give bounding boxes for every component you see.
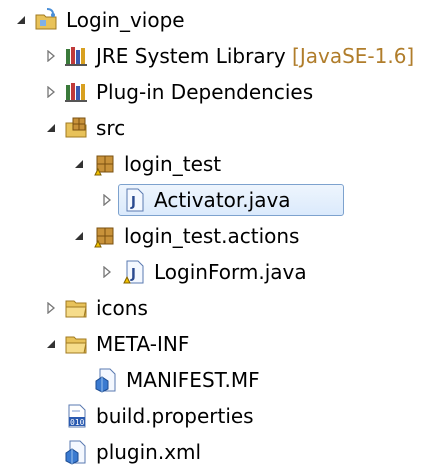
tree-item-label: LoginForm.java	[154, 260, 307, 284]
tree-item-label: Activator.java	[154, 188, 291, 212]
svg-text:J: J	[130, 267, 136, 282]
tree-item-label: login_test	[124, 152, 222, 176]
expanded-arrow-icon[interactable]	[44, 121, 58, 135]
svg-text:010: 010	[70, 418, 85, 427]
tree-item-label: src	[96, 116, 126, 140]
properties-file-icon: 010	[64, 403, 90, 429]
java-file-icon: J	[122, 259, 148, 285]
package-icon	[92, 223, 118, 249]
expanded-arrow-icon[interactable]	[44, 337, 58, 351]
tree-item-label: build.properties	[96, 404, 254, 428]
folder-icon	[64, 331, 90, 357]
package-icon	[92, 151, 118, 177]
svg-text:J: J	[130, 195, 136, 210]
tree-item-label: JRE System Library	[96, 44, 286, 68]
tree-item-label: icons	[96, 296, 148, 320]
collapsed-arrow-icon[interactable]	[100, 265, 114, 279]
expanded-arrow-icon[interactable]	[72, 229, 86, 243]
collapsed-arrow-icon[interactable]	[44, 301, 58, 315]
manifest-file-icon	[64, 439, 90, 465]
tree-item-label: Login_viope	[66, 8, 185, 32]
collapsed-arrow-icon[interactable]	[100, 193, 114, 207]
expanded-arrow-icon[interactable]	[14, 13, 28, 27]
manifest-file-icon	[94, 367, 120, 393]
tree-item-label: META-INF	[96, 332, 190, 356]
tree-item-label: Plug-in Dependencies	[96, 80, 314, 104]
collapsed-arrow-icon[interactable]	[44, 85, 58, 99]
tree-item-label: login_test.actions	[124, 224, 300, 248]
plugin-project-icon	[34, 7, 60, 33]
tree-item-label: MANIFEST.MF	[126, 368, 260, 392]
library-icon	[64, 43, 90, 69]
package-explorer-tree: Login_viope JRE System Library [JavaSE-1…	[0, 0, 444, 468]
library-icon	[64, 79, 90, 105]
folder-icon	[64, 295, 90, 321]
collapsed-arrow-icon[interactable]	[44, 49, 58, 63]
java-file-icon: J	[122, 187, 148, 213]
expanded-arrow-icon[interactable]	[72, 157, 86, 171]
jre-version-decoration: [JavaSE-1.6]	[292, 44, 415, 68]
source-folder-icon	[64, 115, 90, 141]
tree-item-label: plugin.xml	[96, 440, 202, 464]
